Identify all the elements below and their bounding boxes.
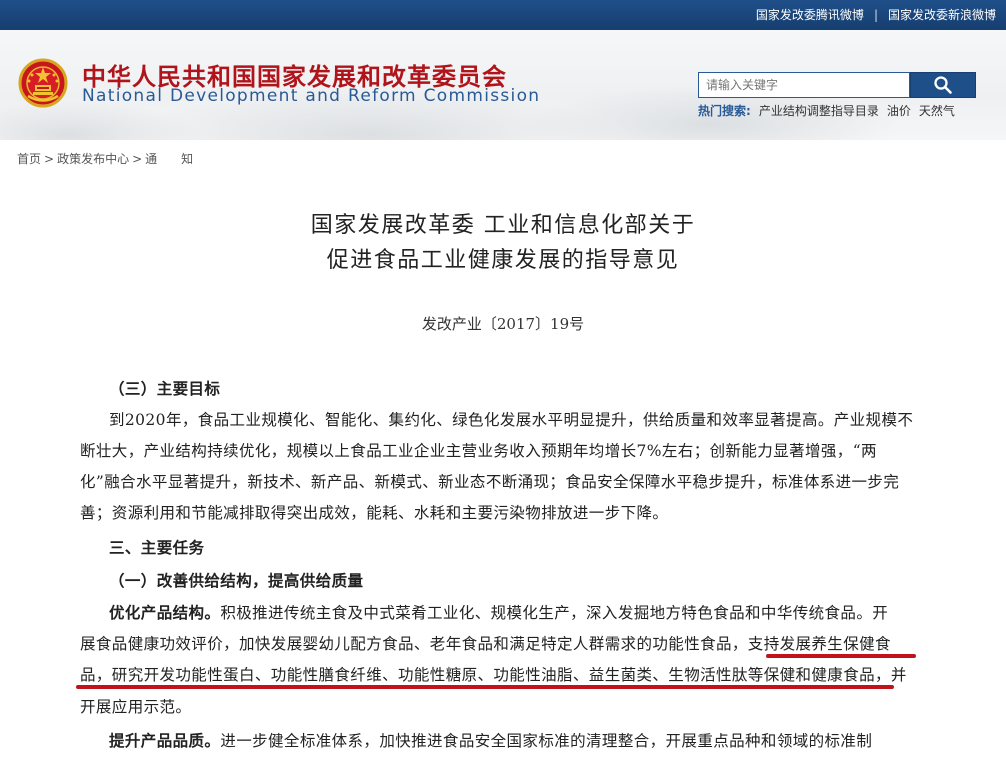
paragraph-line: 开展应用示范。 bbox=[80, 698, 192, 716]
breadcrumb-notice[interactable]: 通 知 bbox=[145, 152, 193, 166]
highlight-underline bbox=[766, 654, 916, 658]
paragraph-line: 优化产品结构。积极推进传统主食及中式菜肴工业化、规模化生产，深入发掘地方特色食品… bbox=[109, 601, 888, 623]
search-button[interactable] bbox=[910, 72, 976, 98]
subsection-heading: （一）改善供给结构，提高供给质量 bbox=[109, 571, 364, 590]
paragraph-lead: 提升产品品质。 bbox=[109, 731, 221, 750]
paragraph-line: 化”融合水平显著提升，新技术、新产品、新模式、新业态不断涌现；食品安全保障水平稳… bbox=[80, 473, 900, 491]
paragraph-line: 善；资源利用和节能减排取得突出成效，能耗、水耗和主要污染物排放进一步下降。 bbox=[80, 504, 669, 522]
hot-search-term[interactable]: 油价 bbox=[887, 102, 911, 119]
top-link-separator: | bbox=[873, 7, 878, 22]
breadcrumb-home[interactable]: 首页 bbox=[17, 152, 41, 166]
paragraph-text: 进一步健全标准体系，加快推进食品安全国家标准的清理整合，开展重点品种和领域的标准… bbox=[220, 732, 873, 750]
paragraph-lead: 优化产品结构。 bbox=[109, 603, 221, 622]
highlight-underline bbox=[76, 685, 894, 689]
site-name-en: National Development and Reform Commissi… bbox=[82, 86, 541, 106]
search-icon bbox=[934, 76, 952, 94]
search-input[interactable] bbox=[698, 72, 910, 98]
paragraph-line: 品，研究开发功能性蛋白、功能性膳食纤维、功能性糖原、功能性油脂、益生菌类、生物活… bbox=[80, 666, 907, 684]
hot-search: 热门搜索: 产业结构调整指导目录 油价 天然气 bbox=[698, 102, 955, 119]
top-links: 国家发改委腾讯微博 | 国家发改委新浪微博 bbox=[756, 6, 996, 23]
hot-search-term[interactable]: 天然气 bbox=[919, 102, 955, 119]
hot-search-term[interactable]: 产业结构调整指导目录 bbox=[759, 102, 879, 119]
national-emblem-icon bbox=[18, 58, 68, 108]
paragraph-text: 积极推进传统主食及中式菜肴工业化、规模化生产，深入发掘地方特色食品和中华传统食品… bbox=[220, 604, 889, 622]
paragraph-line: 提升产品品质。进一步健全标准体系，加快推进食品安全国家标准的清理整合，开展重点品… bbox=[109, 729, 872, 751]
tencent-weibo-link[interactable]: 国家发改委腾讯微博 bbox=[756, 6, 864, 23]
paragraph-line: 断壮大，产业结构持续优化，规模以上食品工业企业主营业务收入预期年均增长7%左右；… bbox=[80, 442, 877, 460]
section-tasks-heading: 三、主要任务 bbox=[109, 538, 205, 557]
hot-search-label: 热门搜索: bbox=[698, 104, 751, 118]
breadcrumb: 首页 > 政策发布中心 > 通 知 bbox=[17, 150, 193, 167]
section-goal-heading: （三）主要目标 bbox=[109, 379, 221, 398]
breadcrumb-separator: > bbox=[44, 152, 55, 166]
breadcrumb-policy-center[interactable]: 政策发布中心 bbox=[57, 152, 129, 166]
sina-weibo-link[interactable]: 国家发改委新浪微博 bbox=[888, 6, 996, 23]
article-title-line-1: 国家发展改革委 工业和信息化部关于 bbox=[310, 213, 696, 238]
article-title-line-2: 促进食品工业健康发展的指导意见 bbox=[326, 248, 680, 273]
site-header: 中华人民共和国国家发展和改革委员会 National Development a… bbox=[0, 30, 1006, 140]
document-number: 发改产业〔2017〕19号 bbox=[421, 315, 585, 333]
breadcrumb-separator: > bbox=[132, 152, 143, 166]
paragraph-line: 到2020年，食品工业规模化、智能化、集约化、绿色化发展水平明显提升，供给质量和… bbox=[109, 411, 914, 429]
top-bar: 国家发改委腾讯微博 | 国家发改委新浪微博 bbox=[0, 0, 1006, 31]
paragraph-line: 展食品健康功效评价，加快发展婴幼儿配方食品、老年食品和满足特定人群需求的功能性食… bbox=[80, 635, 891, 653]
